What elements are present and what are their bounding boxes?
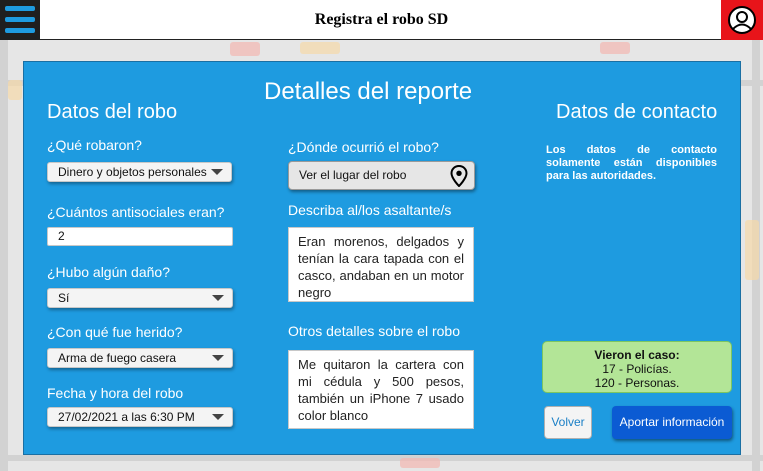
contact-section-title: Datos de contacto [556, 101, 718, 123]
chevron-down-icon [212, 295, 224, 301]
app-header: Registra el robo SD [0, 0, 763, 40]
damage-select[interactable]: Sí [47, 288, 233, 308]
view-location-button[interactable]: Ver el lugar del robo [288, 161, 475, 190]
menu-icon[interactable] [0, 0, 40, 40]
how-many-input[interactable]: 2 [47, 227, 233, 246]
other-details-textarea[interactable]: Me quitaron la cartera con mi cédula y 5… [288, 350, 474, 429]
contribute-info-button[interactable]: Aportar información [612, 406, 732, 439]
location-label: ¿Dónde ocurrió el robo? [288, 139, 439, 155]
what-stolen-value: Dinero y objetos personales [58, 165, 207, 179]
contact-note: Los datos de contacto solamente están di… [546, 144, 717, 182]
damage-label: ¿Hubo algún daño? [47, 264, 170, 280]
damage-value: Sí [58, 291, 70, 305]
page-title: Registra el robo SD [314, 11, 449, 28]
map-pin-icon [450, 165, 468, 187]
weapon-label: ¿Con qué fue herido? [47, 324, 183, 340]
datetime-value: 27/02/2021 a las 6:30 PM [58, 410, 195, 424]
assailants-textarea[interactable]: Eran morenos, delgados y tenían la cara … [288, 227, 474, 302]
what-stolen-label: ¿Qué robaron? [47, 137, 142, 153]
back-button[interactable]: Volver [544, 406, 592, 439]
report-details-panel: Detalles del reporte Datos del robo ¿Qué… [23, 61, 741, 455]
how-many-label: ¿Cuántos antisociales eran? [47, 204, 225, 220]
panel-title: Detalles del reporte [264, 78, 473, 105]
weapon-select[interactable]: Arma de fuego casera [47, 348, 233, 368]
chevron-down-icon [211, 169, 223, 175]
user-icon[interactable] [721, 0, 763, 40]
datetime-select[interactable]: 27/02/2021 a las 6:30 PM [47, 407, 233, 427]
robbery-section-title: Datos del robo [47, 101, 178, 123]
chevron-down-icon [212, 355, 224, 361]
police-views: 17 - Policías. [602, 362, 672, 376]
view-location-label: Ver el lugar del robo [299, 168, 407, 182]
other-details-label: Otros detalles sobre el robo [288, 323, 460, 339]
views-title: Vieron el caso: [594, 348, 680, 362]
what-stolen-select[interactable]: Dinero y objetos personales [47, 162, 232, 182]
assailants-label: Describa al/los asaltante/s [288, 202, 452, 218]
views-stats-box: Vieron el caso: 17 - Policías. 120 - Per… [542, 341, 732, 393]
weapon-value: Arma de fuego casera [58, 351, 177, 365]
how-many-value: 2 [58, 229, 65, 243]
chevron-down-icon [212, 414, 224, 420]
datetime-label: Fecha y hora del robo [47, 385, 184, 401]
people-views: 120 - Personas. [594, 376, 680, 390]
